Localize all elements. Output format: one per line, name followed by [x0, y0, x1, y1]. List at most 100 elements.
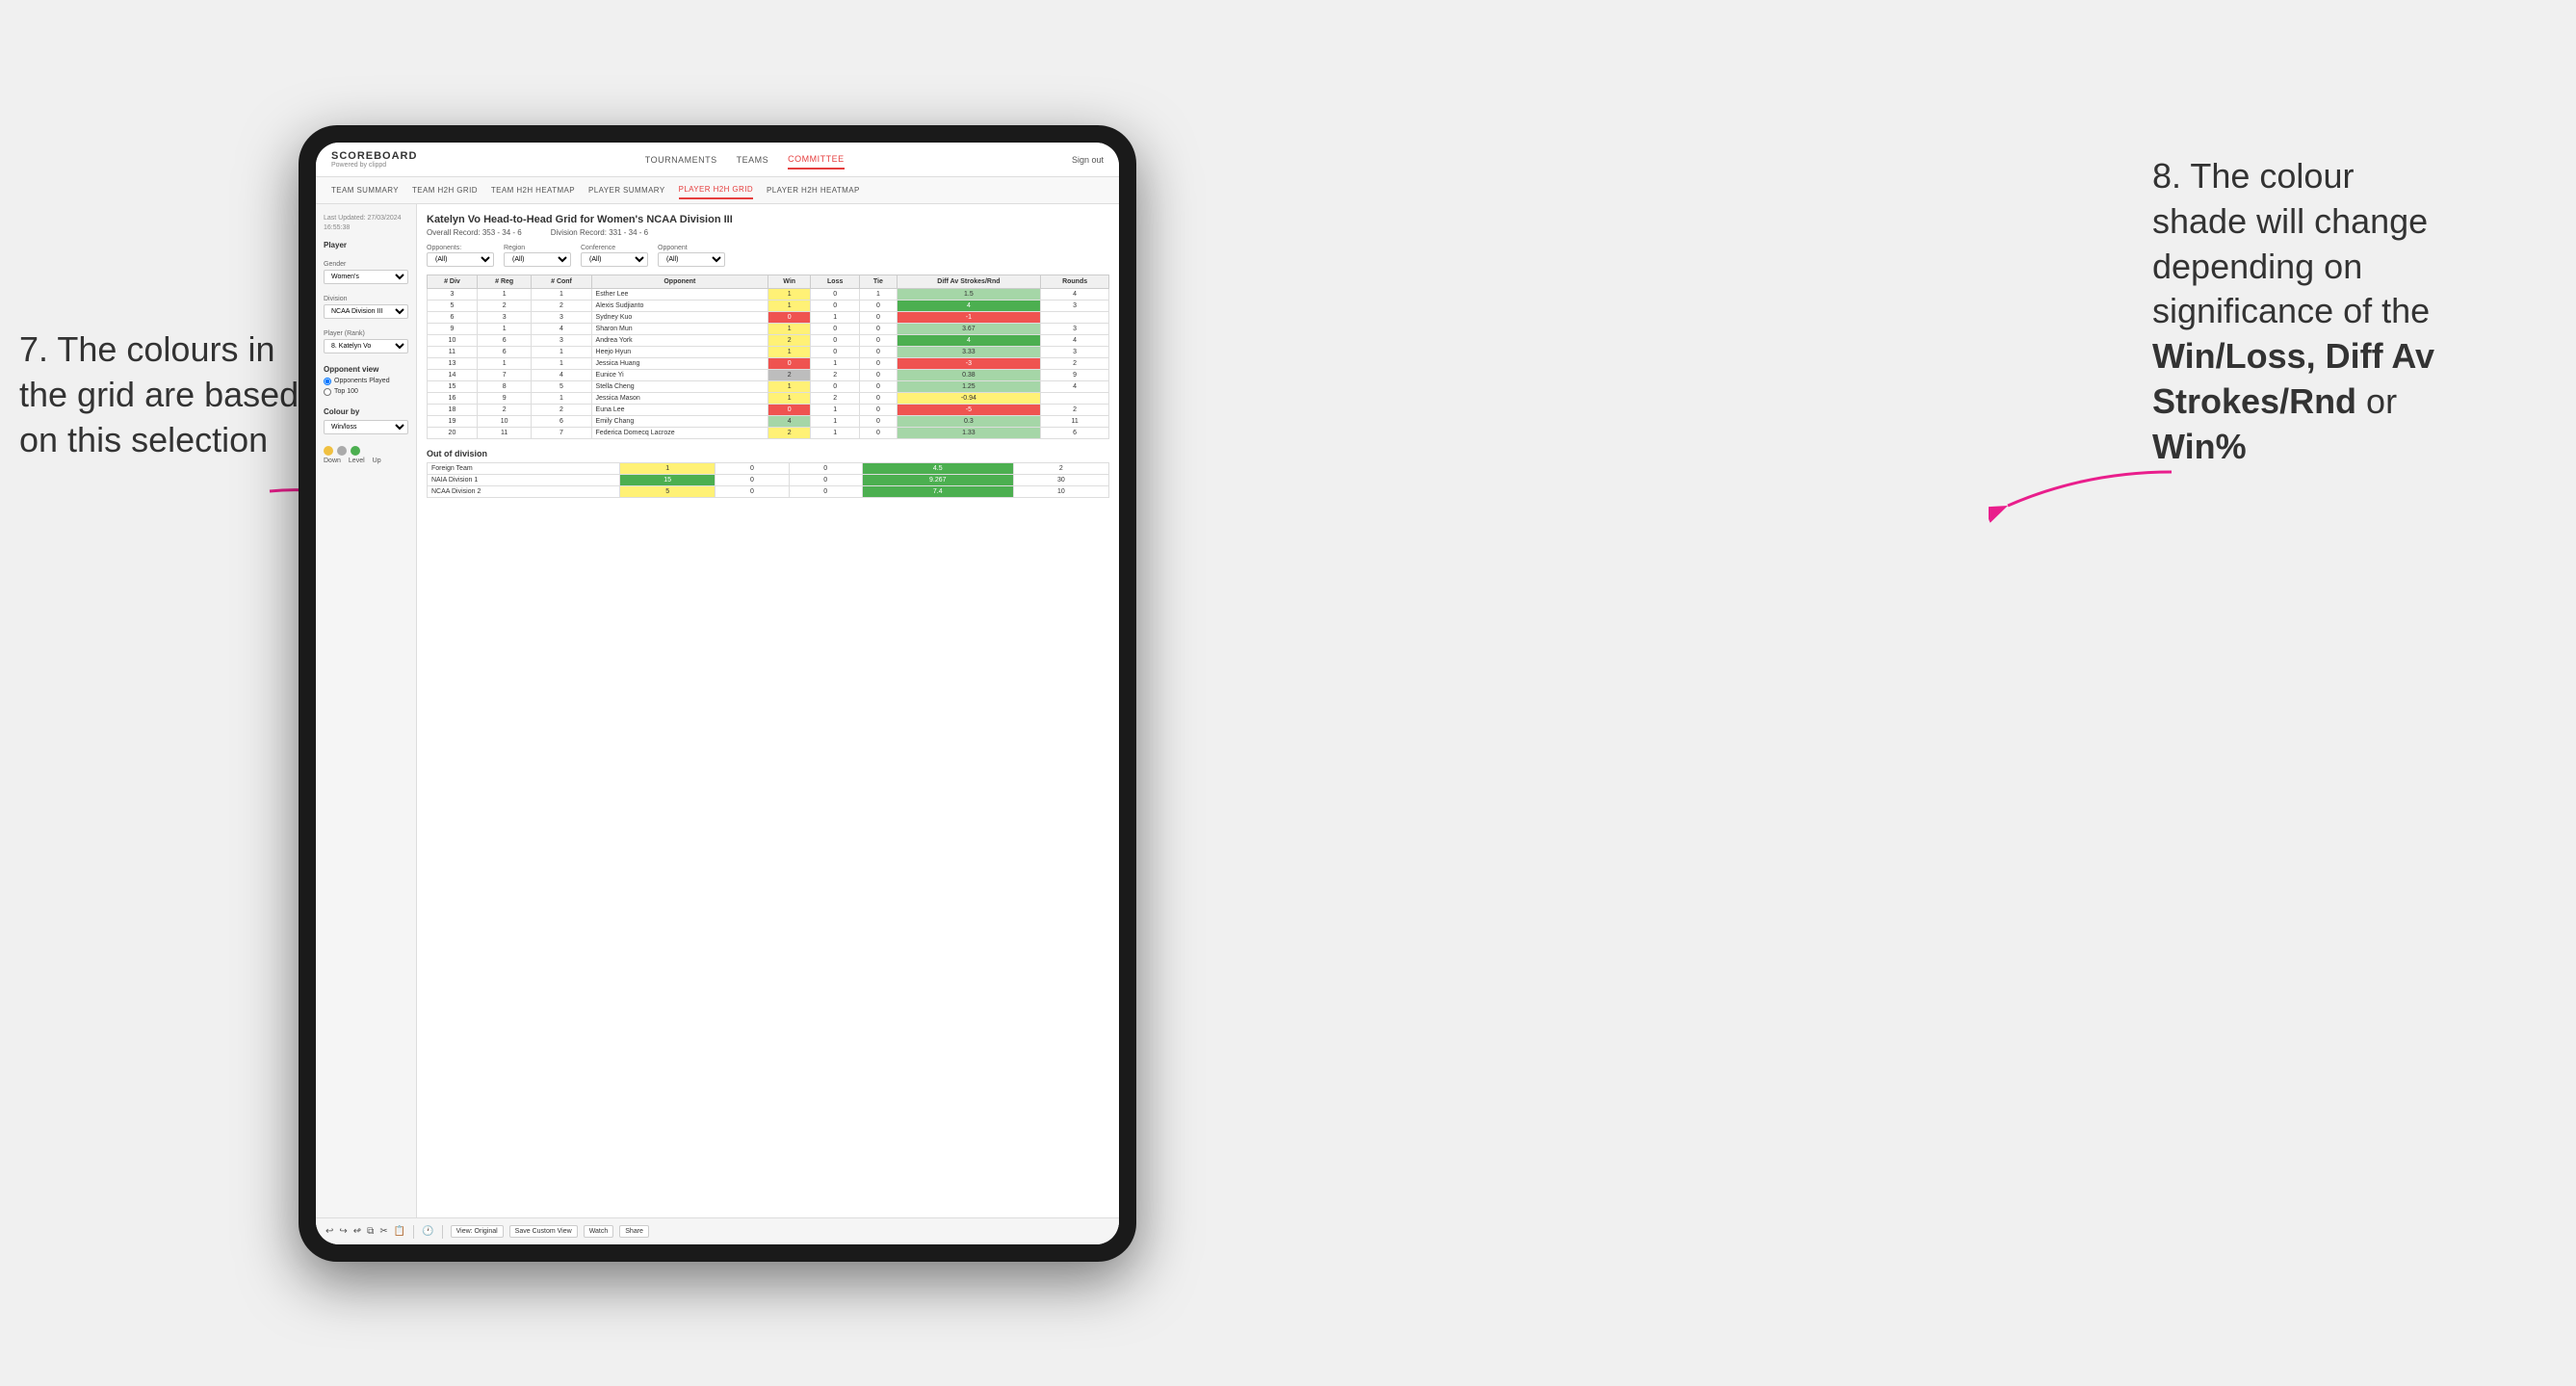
nav-committee[interactable]: COMMITTEE — [788, 150, 845, 170]
cell-rounds: 9 — [1041, 370, 1109, 381]
conference-filter-select[interactable]: (All) — [581, 252, 648, 267]
subnav-player-h2h-heatmap[interactable]: PLAYER H2H HEATMAP — [767, 182, 860, 198]
nav-tournaments[interactable]: TOURNAMENTS — [645, 151, 717, 169]
annotation-right-line6-cont: or — [2356, 381, 2397, 421]
ood-table-row: Foreign Team 1 0 0 4.5 2 — [428, 463, 1109, 475]
cell-win: 2 — [768, 428, 811, 439]
player-rank-section: Player (Rank) 8. Katelyn Vo — [324, 330, 408, 353]
cell-rounds: 11 — [1041, 416, 1109, 428]
copy-icon[interactable]: ⧉ — [367, 1226, 374, 1237]
opponents-filter-group: Opponents: (All) — [427, 245, 494, 267]
undo-icon[interactable]: ↩ — [325, 1226, 333, 1237]
table-row: 11 6 1 Heejo Hyun 1 0 0 3.33 3 — [428, 347, 1109, 358]
clock-icon[interactable]: 🕐 — [422, 1226, 433, 1237]
radio-opponents-played-input[interactable] — [324, 378, 331, 385]
opponent-view-label: Opponent view — [324, 365, 408, 374]
cell-reg: 3 — [477, 312, 532, 324]
radio-top100[interactable]: Top 100 — [324, 388, 408, 396]
cell-opponent: Esther Lee — [591, 289, 768, 301]
cell-rounds — [1041, 393, 1109, 405]
cell-tie: 0 — [860, 405, 897, 416]
cell-loss: 1 — [811, 312, 860, 324]
cell-rounds: 4 — [1041, 335, 1109, 347]
cell-diff: 0.38 — [897, 370, 1041, 381]
cell-tie: 0 — [860, 416, 897, 428]
colour-by-label: Colour by — [324, 407, 408, 416]
cell-conf: 3 — [532, 312, 591, 324]
save-custom-view-btn[interactable]: Save Custom View — [509, 1225, 578, 1238]
opponent-filter-group: Opponent (All) — [658, 245, 725, 267]
cell-opponent: Jessica Huang — [591, 358, 768, 370]
redo-icon[interactable]: ↪ — [339, 1226, 347, 1237]
colour-by-select[interactable]: Win/loss — [324, 420, 408, 434]
cell-div: 19 — [428, 416, 478, 428]
division-select[interactable]: NCAA Division III — [324, 304, 408, 319]
annotation-right-line6: Strokes/Rnd — [2152, 381, 2356, 421]
cell-opponent: Emily Chang — [591, 416, 768, 428]
logo-sub: Powered by clippd — [331, 162, 417, 169]
legend-level-label: Level — [349, 458, 365, 464]
cell-tie: 0 — [860, 393, 897, 405]
annotation-right-line4: significance of the — [2152, 291, 2430, 330]
subnav-team-h2h-grid[interactable]: TEAM H2H GRID — [412, 182, 478, 198]
cell-opponent: Andrea York — [591, 335, 768, 347]
main-content: Last Updated: 27/03/2024 16:55:38 Player… — [316, 204, 1119, 1244]
cell-div: 11 — [428, 347, 478, 358]
legend-level-dot — [337, 446, 347, 456]
opponent-filter-select[interactable]: (All) — [658, 252, 725, 267]
cell-rounds: 2 — [1041, 405, 1109, 416]
cell-diff: 0.3 — [897, 416, 1041, 428]
cell-loss: 0 — [811, 289, 860, 301]
ood-cell-win: 15 — [620, 475, 716, 486]
cell-opponent: Stella Cheng — [591, 381, 768, 393]
region-filter-select[interactable]: (All) — [504, 252, 571, 267]
share-btn[interactable]: Share — [619, 1225, 649, 1238]
step-back-icon[interactable]: ↫ — [353, 1226, 361, 1237]
cut-icon[interactable]: ✂ — [379, 1226, 387, 1237]
th-reg: # Reg — [477, 275, 532, 289]
cell-rounds: 4 — [1041, 381, 1109, 393]
cell-tie: 0 — [860, 428, 897, 439]
radio-top100-input[interactable] — [324, 388, 331, 396]
cell-win: 1 — [768, 324, 811, 335]
th-conf: # Conf — [532, 275, 591, 289]
subnav-player-h2h-grid[interactable]: PLAYER H2H GRID — [679, 181, 753, 199]
cell-div: 20 — [428, 428, 478, 439]
cell-opponent: Sharon Mun — [591, 324, 768, 335]
cell-opponent: Alexis Sudjianto — [591, 301, 768, 312]
subnav-player-summary[interactable]: PLAYER SUMMARY — [588, 182, 665, 198]
gender-section: Gender Women's — [324, 261, 408, 284]
th-loss: Loss — [811, 275, 860, 289]
nav-teams[interactable]: TEAMS — [737, 151, 769, 169]
cell-rounds: 3 — [1041, 324, 1109, 335]
ood-cell-tie: 0 — [789, 486, 862, 498]
cell-loss: 2 — [811, 393, 860, 405]
table-row: 20 11 7 Federica Domecq Lacroze 2 1 0 1.… — [428, 428, 1109, 439]
player-rank-select[interactable]: 8. Katelyn Vo — [324, 339, 408, 353]
cell-conf: 1 — [532, 289, 591, 301]
paste-icon[interactable]: 📋 — [394, 1226, 405, 1237]
watch-btn[interactable]: Watch — [584, 1225, 614, 1238]
subnav-team-summary[interactable]: TEAM SUMMARY — [331, 182, 399, 198]
ood-cell-loss: 0 — [716, 463, 789, 475]
cell-win: 2 — [768, 370, 811, 381]
ood-cell-tie: 0 — [789, 463, 862, 475]
division-section: Division NCAA Division III — [324, 296, 408, 319]
cell-diff: -0.94 — [897, 393, 1041, 405]
table-row: 5 2 2 Alexis Sudjianto 1 0 0 4 3 — [428, 301, 1109, 312]
cell-diff: 1.25 — [897, 381, 1041, 393]
content-area: Katelyn Vo Head-to-Head Grid for Women's… — [417, 204, 1119, 1244]
th-win: Win — [768, 275, 811, 289]
sign-out[interactable]: Sign out — [1072, 155, 1104, 165]
view-original-btn[interactable]: View: Original — [451, 1225, 504, 1238]
ood-table-row: NAIA Division 1 15 0 0 9.267 30 — [428, 475, 1109, 486]
opponents-filter-select[interactable]: (All) — [427, 252, 494, 267]
gender-select[interactable]: Women's — [324, 270, 408, 284]
cell-tie: 0 — [860, 347, 897, 358]
annotation-left-line2: the grid are based — [19, 375, 299, 414]
subnav-team-h2h-heatmap[interactable]: TEAM H2H HEATMAP — [491, 182, 575, 198]
cell-div: 14 — [428, 370, 478, 381]
cell-diff: -1 — [897, 312, 1041, 324]
out-of-division-table: Foreign Team 1 0 0 4.5 2 NAIA Division 1… — [427, 462, 1109, 498]
radio-opponents-played[interactable]: Opponents Played — [324, 378, 408, 385]
